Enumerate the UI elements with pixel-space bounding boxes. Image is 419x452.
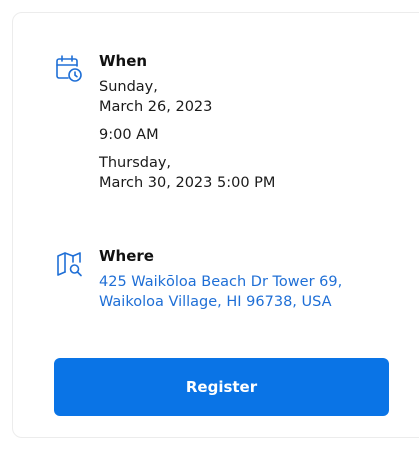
address-line-1-link[interactable]: 425 Waikōloa Beach Dr Tower 69, [99, 272, 342, 292]
where-section: Where 425 Waikōloa Beach Dr Tower 69, Wa… [53, 246, 342, 312]
when-section: When Sunday, March 26, 2023 9:00 AM Thur… [53, 51, 275, 193]
start-date: March 26, 2023 [99, 99, 213, 115]
when-label: When [99, 52, 148, 70]
end-day: Thursday, [99, 155, 172, 171]
start-day: Sunday, [99, 79, 158, 95]
map-search-icon [53, 248, 85, 280]
address-line-2-link[interactable]: Waikoloa Village, HI 96738, USA [99, 292, 342, 312]
end-datetime: March 30, 2023 5:00 PM [99, 175, 276, 191]
register-button[interactable]: Register [54, 358, 389, 416]
event-details-card: When Sunday, March 26, 2023 9:00 AM Thur… [12, 12, 419, 438]
where-content: Where 425 Waikōloa Beach Dr Tower 69, Wa… [99, 246, 342, 312]
calendar-clock-icon [53, 53, 85, 85]
start-time: 9:00 AM [99, 127, 159, 143]
when-content: When Sunday, March 26, 2023 9:00 AM Thur… [99, 51, 275, 193]
where-label: Where [99, 247, 154, 265]
